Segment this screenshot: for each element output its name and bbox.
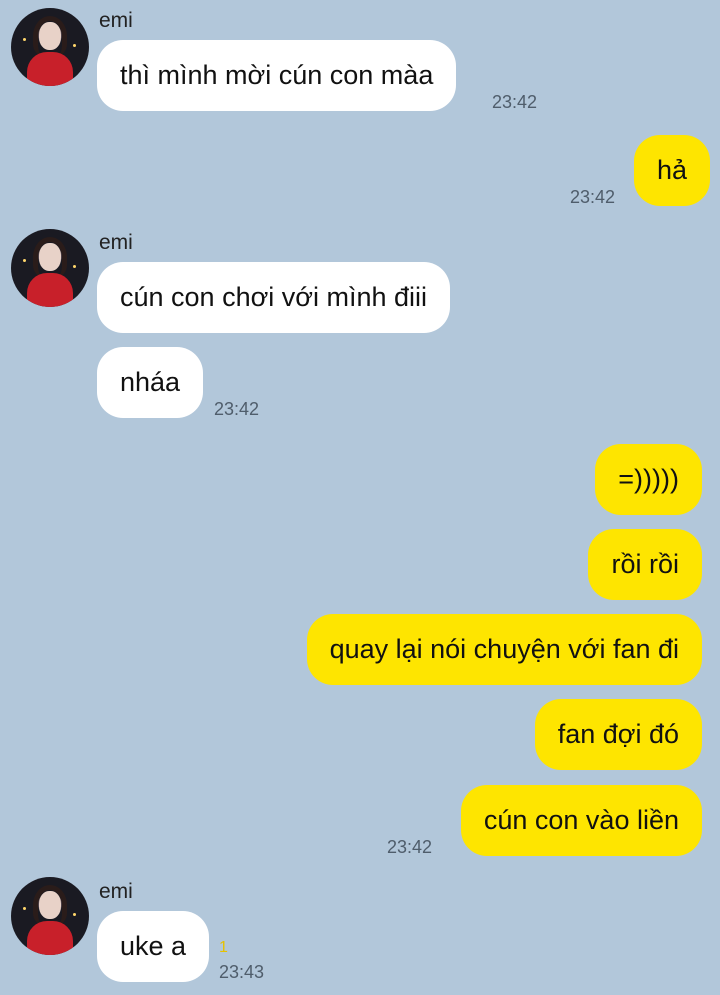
contact-avatar[interactable] bbox=[11, 877, 89, 955]
avatar-face bbox=[39, 22, 61, 50]
message-bubble-incoming[interactable]: thì mình mời cún con màa bbox=[97, 40, 457, 111]
avatar-light bbox=[73, 265, 76, 268]
sender-name: emi bbox=[99, 9, 133, 32]
avatar-shirt bbox=[27, 273, 73, 307]
message-bubble-incoming[interactable]: nháa bbox=[97, 347, 204, 418]
avatar-light bbox=[23, 259, 26, 262]
sender-name: emi bbox=[99, 231, 133, 254]
sender-name: emi bbox=[99, 880, 133, 903]
avatar-light bbox=[23, 38, 26, 41]
message-bubble-incoming[interactable]: cún con chơi với mình điii bbox=[97, 262, 451, 333]
message-time: 23:42 bbox=[214, 399, 260, 419]
avatar-light bbox=[73, 44, 76, 47]
message-bubble-outgoing[interactable]: =))))) bbox=[595, 444, 702, 515]
message-bubble-outgoing[interactable]: hả bbox=[633, 135, 710, 206]
message-bubble-outgoing[interactable]: cún con vào liền bbox=[460, 785, 702, 856]
unread-count-badge: 1 bbox=[219, 939, 228, 956]
avatar-light bbox=[73, 913, 76, 916]
contact-avatar[interactable] bbox=[11, 229, 89, 307]
message-time: 23:42 bbox=[387, 837, 433, 857]
message-time: 23:42 bbox=[570, 187, 616, 207]
message-bubble-outgoing[interactable]: rồi rồi bbox=[588, 529, 702, 600]
message-bubble-outgoing[interactable]: fan đợi đó bbox=[534, 699, 702, 770]
message-time: 23:42 bbox=[492, 92, 538, 112]
avatar-shirt bbox=[27, 52, 73, 86]
message-time: 23:43 bbox=[219, 962, 265, 982]
avatar-shirt bbox=[27, 921, 73, 955]
chat-thread[interactable]: emi thì mình mời cún con màa 23:42 hả 23… bbox=[0, 0, 720, 995]
avatar-face bbox=[39, 891, 61, 919]
avatar-light bbox=[23, 907, 26, 910]
message-bubble-incoming[interactable]: uke a bbox=[97, 911, 210, 982]
avatar-face bbox=[39, 243, 61, 271]
message-bubble-outgoing[interactable]: quay lại nói chuyện với fan đi bbox=[306, 614, 702, 685]
contact-avatar[interactable] bbox=[11, 8, 89, 86]
